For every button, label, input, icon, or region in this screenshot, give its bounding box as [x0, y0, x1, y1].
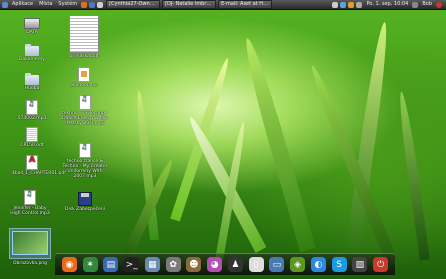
clock[interactable]: Po, 1. sep, 10:04 — [363, 0, 411, 9]
folder-icon — [25, 73, 39, 85]
document-icon — [78, 67, 90, 82]
settings-icon[interactable]: ✿ — [165, 257, 181, 272]
desktop-icon-pdf[interactable]: 4ball_1_CHAPTER01.pdf — [12, 155, 66, 176]
pdf-icon — [26, 155, 38, 170]
volume-icon[interactable] — [356, 1, 363, 8]
chat-tray-icon[interactable] — [340, 1, 347, 8]
desktop-icon-label: prihlaska.pdf — [69, 54, 99, 59]
music-file-icon — [79, 95, 91, 110]
desktop-icon-disk[interactable]: Disk Zabezpečení — [62, 192, 108, 212]
chat-icon[interactable]: ◐ — [310, 257, 326, 272]
firefox-launcher-icon[interactable] — [81, 1, 88, 8]
document-icon — [26, 127, 38, 142]
menu-places[interactable]: Místa — [36, 0, 55, 9]
desktop-icon-ekonom[interactable]: ekonom.doc — [64, 67, 104, 88]
desktop-icon-mp3-1[interactable]: 074002.mp3 — [12, 100, 52, 121]
libreoffice-icon[interactable]: ▤ — [103, 257, 119, 272]
clapper-icon[interactable]: ▧ — [352, 257, 368, 272]
network-tray-icon[interactable] — [332, 1, 339, 8]
desktop-icon-label: ekonom.doc — [70, 83, 98, 88]
floppy-icon — [78, 192, 92, 206]
help-launcher-icon[interactable] — [97, 1, 104, 8]
user-icon[interactable] — [412, 1, 419, 8]
desktop-icon-label: techno - 7x Techno - Dance Energy & Mix … — [62, 111, 108, 126]
desktop-icon-label: Disk Zabezpečení — [65, 207, 105, 212]
power-icon[interactable] — [436, 1, 442, 8]
desktop-icon-label: CP150.odt — [20, 143, 44, 148]
music-file-icon — [79, 143, 91, 158]
desktop-icon-label: DATA — [26, 30, 38, 35]
dock: ◉ ✶ ▤ >_ ▦ ✿ ☻ ◕ ♟ ▯ ▭ ◈ ◐ S ▧ ⏻ — [55, 253, 395, 275]
desktop-icon-techno-1[interactable]: techno - 7x Techno - Dance Energy & Mix … — [62, 95, 108, 126]
desktop-icon-data[interactable]: DATA — [12, 18, 52, 35]
desktop-icon-label: Jennifer - Baby High Control.mp3 — [10, 206, 50, 216]
power-icon[interactable]: ⏻ — [373, 257, 389, 272]
mail-launcher-icon[interactable] — [89, 1, 96, 8]
files-icon[interactable]: ▦ — [144, 257, 160, 272]
pidgin-icon[interactable]: ◕ — [207, 257, 223, 272]
taskbar-window-3[interactable]: E-mail: Aset at Hope ... — [218, 0, 273, 9]
taskbar-window-1[interactable]: [Cynthia27-Ownan]... — [106, 0, 161, 9]
desktop-icon-mp3-2[interactable]: Jennifer - Baby High Control.mp3 — [8, 190, 52, 216]
system-tray: Po, 1. sep, 10:04 Bob — [331, 0, 446, 9]
drive-icon — [24, 18, 40, 29]
desktop-icon-label: Obrazovka.png — [12, 261, 48, 266]
gimp-icon[interactable]: ☻ — [186, 257, 202, 272]
firefox-icon[interactable]: ◉ — [61, 257, 77, 272]
music-file-icon — [26, 100, 38, 115]
skype-icon[interactable]: S — [331, 257, 347, 272]
folder-icon — [25, 44, 39, 56]
desktop-icon-label: Hudba — [24, 86, 40, 91]
image-thumbnail-icon — [12, 231, 48, 255]
menu-system[interactable]: Systém — [55, 0, 80, 9]
network-icon[interactable]: ✶ — [82, 257, 98, 272]
tux-icon[interactable]: ♟ — [227, 257, 243, 272]
desktop-icon-techno-2[interactable]: techno trance & Techno - My Creator Unif… — [62, 143, 108, 179]
music-file-icon — [24, 190, 36, 205]
desktop-icon-prihlaska[interactable]: prihlaska.pdf — [64, 15, 104, 59]
desktop-icon-label: techno trance & Techno - My Creator Unif… — [62, 159, 108, 179]
menu-applications[interactable]: Aplikace — [9, 0, 36, 9]
desktop-icon-label: 4ball_1_CHAPTER01.pdf — [12, 171, 66, 176]
terminal-icon[interactable]: >_ — [124, 257, 140, 272]
desktop-icon-label: Dokumenty — [19, 57, 45, 62]
desktop-icon-screenshot[interactable]: Obrazovka.png — [8, 228, 52, 266]
applications-icon[interactable] — [2, 1, 8, 8]
desktop-icon-music[interactable]: Hudba — [12, 73, 52, 91]
desktop-icon-odt[interactable]: CP150.odt — [12, 127, 52, 148]
ipod-icon[interactable]: ▯ — [248, 257, 264, 272]
desktop-icon-label: 074002.mp3 — [17, 116, 47, 121]
taskbar-window-2[interactable]: [DJ- Natalie Imbruglia ... — [162, 0, 217, 9]
monitor-icon[interactable]: ▭ — [269, 257, 285, 272]
update-tray-icon[interactable] — [348, 1, 355, 8]
user-name[interactable]: Bob — [419, 0, 435, 9]
top-panel: Aplikace Místa Systém [Cynthia27-Ownan].… — [0, 0, 446, 10]
nvidia-icon[interactable]: ◈ — [290, 257, 306, 272]
desktop-icon-documents[interactable]: Dokumenty — [12, 44, 52, 62]
pdf-preview-icon — [69, 15, 99, 53]
